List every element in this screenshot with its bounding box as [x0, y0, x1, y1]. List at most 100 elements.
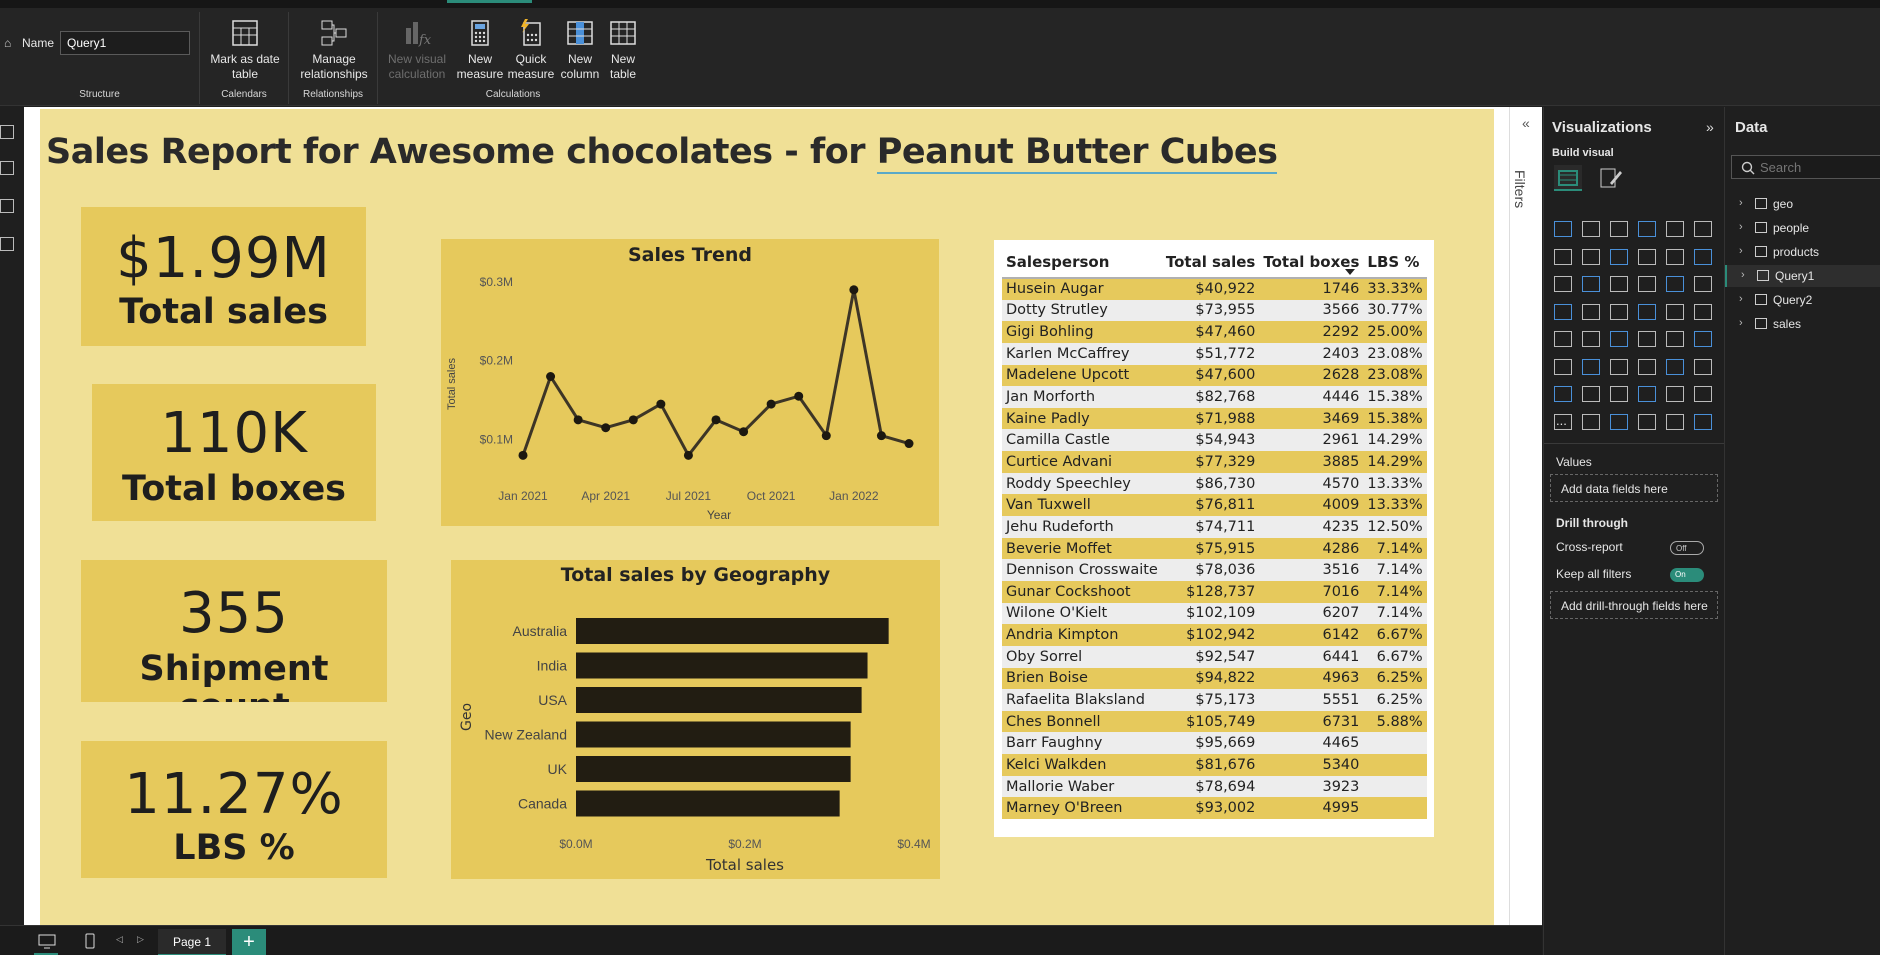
visual-type-icon[interactable]: [1610, 248, 1628, 265]
mobile-layout-icon[interactable]: [84, 933, 96, 949]
visual-type-icon[interactable]: [1666, 358, 1684, 375]
visual-type-icon[interactable]: [1638, 248, 1656, 265]
page-tab-1[interactable]: Page 1: [158, 929, 226, 955]
manage-relationships-button[interactable]: Manage relationships: [293, 18, 375, 82]
new-visual-calculation-button[interactable]: fx New visual calculation: [384, 18, 450, 82]
visual-type-icon[interactable]: [1666, 276, 1684, 292]
visual-type-icon[interactable]: [1694, 331, 1712, 347]
table-row[interactable]: Camilla Castle $54,943 2961 14.29%: [1002, 429, 1427, 452]
visual-type-icon[interactable]: [1554, 221, 1572, 237]
visual-type-icon[interactable]: [1582, 413, 1600, 430]
chevron-right-icon[interactable]: ›: [1739, 245, 1743, 257]
table-row[interactable]: Karlen McCaffrey $51,772 2403 23.08%: [1002, 342, 1427, 365]
visual-type-icon[interactable]: [1638, 413, 1656, 430]
data-search-box[interactable]: [1731, 155, 1880, 179]
visual-type-icon[interactable]: [1694, 303, 1712, 320]
card-total-sales[interactable]: $1.99M Total sales: [81, 207, 366, 346]
table-row[interactable]: Barr Faughny $95,669 4465: [1002, 732, 1427, 755]
table-row[interactable]: Rafaelita Blaksland $75,173 5551 6.25%: [1002, 689, 1427, 711]
table-row[interactable]: Ches Bonnell $105,749 6731 5.88%: [1002, 710, 1427, 733]
new-column-button[interactable]: New column: [558, 18, 602, 82]
visual-type-icon[interactable]: [1666, 413, 1684, 430]
visual-type-icon[interactable]: [1638, 221, 1656, 237]
table-row[interactable]: Brien Boise $94,822 4963 6.25%: [1002, 667, 1427, 690]
table-row[interactable]: Dotty Strutley $73,955 3566 30.77%: [1002, 299, 1427, 322]
collapse-chevron-icon[interactable]: «: [1522, 115, 1530, 131]
visual-type-icon[interactable]: [1694, 248, 1712, 265]
visual-type-icon[interactable]: [1694, 413, 1712, 430]
visual-type-icon[interactable]: [1610, 221, 1628, 237]
new-measure-button[interactable]: New measure: [456, 18, 504, 82]
visual-type-icon[interactable]: [1666, 221, 1684, 237]
table-row[interactable]: Marney O'Breen $93,002 4995: [1002, 797, 1427, 820]
table-row[interactable]: Madelene Upcott $47,600 2628 23.08%: [1002, 364, 1427, 387]
visual-type-icon[interactable]: [1610, 303, 1628, 320]
report-view-icon[interactable]: [0, 125, 14, 139]
visual-type-icon[interactable]: [1582, 303, 1600, 320]
chevron-right-icon[interactable]: ›: [1739, 197, 1743, 209]
quick-measure-button[interactable]: Quick measure: [506, 18, 556, 82]
table-row[interactable]: Mallorie Waber $78,694 3923: [1002, 775, 1427, 798]
new-table-button[interactable]: New table: [602, 18, 644, 82]
table-row[interactable]: Curtice Advani $77,329 3885 14.29%: [1002, 451, 1427, 473]
data-table-item[interactable]: › sales: [1725, 313, 1880, 335]
chevron-right-icon[interactable]: ›: [1739, 293, 1743, 305]
visual-type-icon[interactable]: [1638, 358, 1656, 375]
previous-page-icon[interactable]: ◁: [116, 934, 123, 945]
search-input[interactable]: [1760, 160, 1870, 175]
expand-chevron-icon[interactable]: »: [1706, 119, 1714, 135]
visual-type-icon[interactable]: [1666, 386, 1684, 402]
card-lbs-percent[interactable]: 11.27% LBS %: [81, 741, 387, 878]
card-shipment-count[interactable]: 355 Shipment count: [81, 560, 387, 702]
column-header[interactable]: Salesperson: [1002, 246, 1162, 279]
table-row[interactable]: Gigi Bohling $47,460 2292 25.00%: [1002, 321, 1427, 343]
table-row[interactable]: Gunar Cockshoot $128,737 7016 7.14%: [1002, 580, 1427, 603]
name-input[interactable]: [60, 31, 190, 55]
visual-type-icon[interactable]: [1694, 276, 1712, 292]
table-row[interactable]: Kaine Padly $71,988 3469 15.38%: [1002, 407, 1427, 430]
next-page-icon[interactable]: ▷: [137, 934, 144, 945]
visual-type-icon[interactable]: [1610, 276, 1628, 292]
data-table-item[interactable]: › Query1: [1725, 265, 1880, 287]
keep-all-filters-toggle[interactable]: On: [1670, 568, 1704, 582]
data-table-item[interactable]: › products: [1725, 241, 1880, 263]
chevron-right-icon[interactable]: ›: [1739, 221, 1743, 233]
visual-type-icon[interactable]: [1666, 331, 1684, 347]
visual-type-icon[interactable]: [1582, 358, 1600, 375]
visual-type-icon[interactable]: [1610, 331, 1628, 347]
column-header[interactable]: Total sales: [1161, 246, 1260, 279]
cross-report-toggle[interactable]: Off: [1670, 541, 1704, 555]
visual-type-icon[interactable]: [1610, 413, 1628, 430]
format-visual-tab-icon[interactable]: [1596, 165, 1624, 191]
filters-label[interactable]: Filters: [1512, 170, 1528, 208]
table-row[interactable]: Kelci Walkden $81,676 5340: [1002, 754, 1427, 776]
table-row[interactable]: Van Tuxwell $76,811 4009 13.33%: [1002, 494, 1427, 517]
filters-pane-collapsed[interactable]: «: [1509, 107, 1542, 925]
more-visuals-button[interactable]: ...: [1556, 413, 1567, 428]
build-visual-tab-icon[interactable]: [1554, 165, 1582, 191]
visual-type-icon[interactable]: [1582, 331, 1600, 347]
data-table-item[interactable]: › Query2: [1725, 289, 1880, 311]
visual-type-icon[interactable]: [1638, 386, 1656, 402]
table-row[interactable]: Roddy Speechley $86,730 4570 13.33%: [1002, 472, 1427, 495]
table-row[interactable]: Beverie Moffet $75,915 4286 7.14%: [1002, 537, 1427, 560]
visual-type-icon[interactable]: [1638, 303, 1656, 320]
data-table-item[interactable]: › people: [1725, 217, 1880, 239]
table-row[interactable]: Oby Sorrel $92,547 6441 6.67%: [1002, 645, 1427, 668]
chevron-right-icon[interactable]: ›: [1739, 317, 1743, 329]
visual-type-icon[interactable]: [1554, 303, 1572, 320]
model-view-icon[interactable]: [0, 199, 14, 213]
drill-through-drop-zone[interactable]: Add drill-through fields here: [1550, 591, 1718, 619]
visual-type-icon[interactable]: [1554, 358, 1572, 375]
visual-type-icon[interactable]: [1582, 386, 1600, 402]
values-drop-zone[interactable]: Add data fields here: [1550, 474, 1718, 502]
visual-type-icon[interactable]: [1554, 248, 1572, 265]
card-total-boxes[interactable]: 110K Total boxes: [92, 384, 376, 521]
visual-type-icon[interactable]: [1694, 386, 1712, 402]
add-page-button[interactable]: +: [232, 929, 266, 955]
table-row[interactable]: Jan Morforth $82,768 4446 15.38%: [1002, 386, 1427, 408]
table-row[interactable]: Husein Augar $40,922 1746 33.33%: [1002, 278, 1427, 300]
visual-type-icon[interactable]: [1610, 386, 1628, 402]
visual-type-icon[interactable]: [1554, 386, 1572, 402]
visual-type-icon[interactable]: [1694, 358, 1712, 375]
